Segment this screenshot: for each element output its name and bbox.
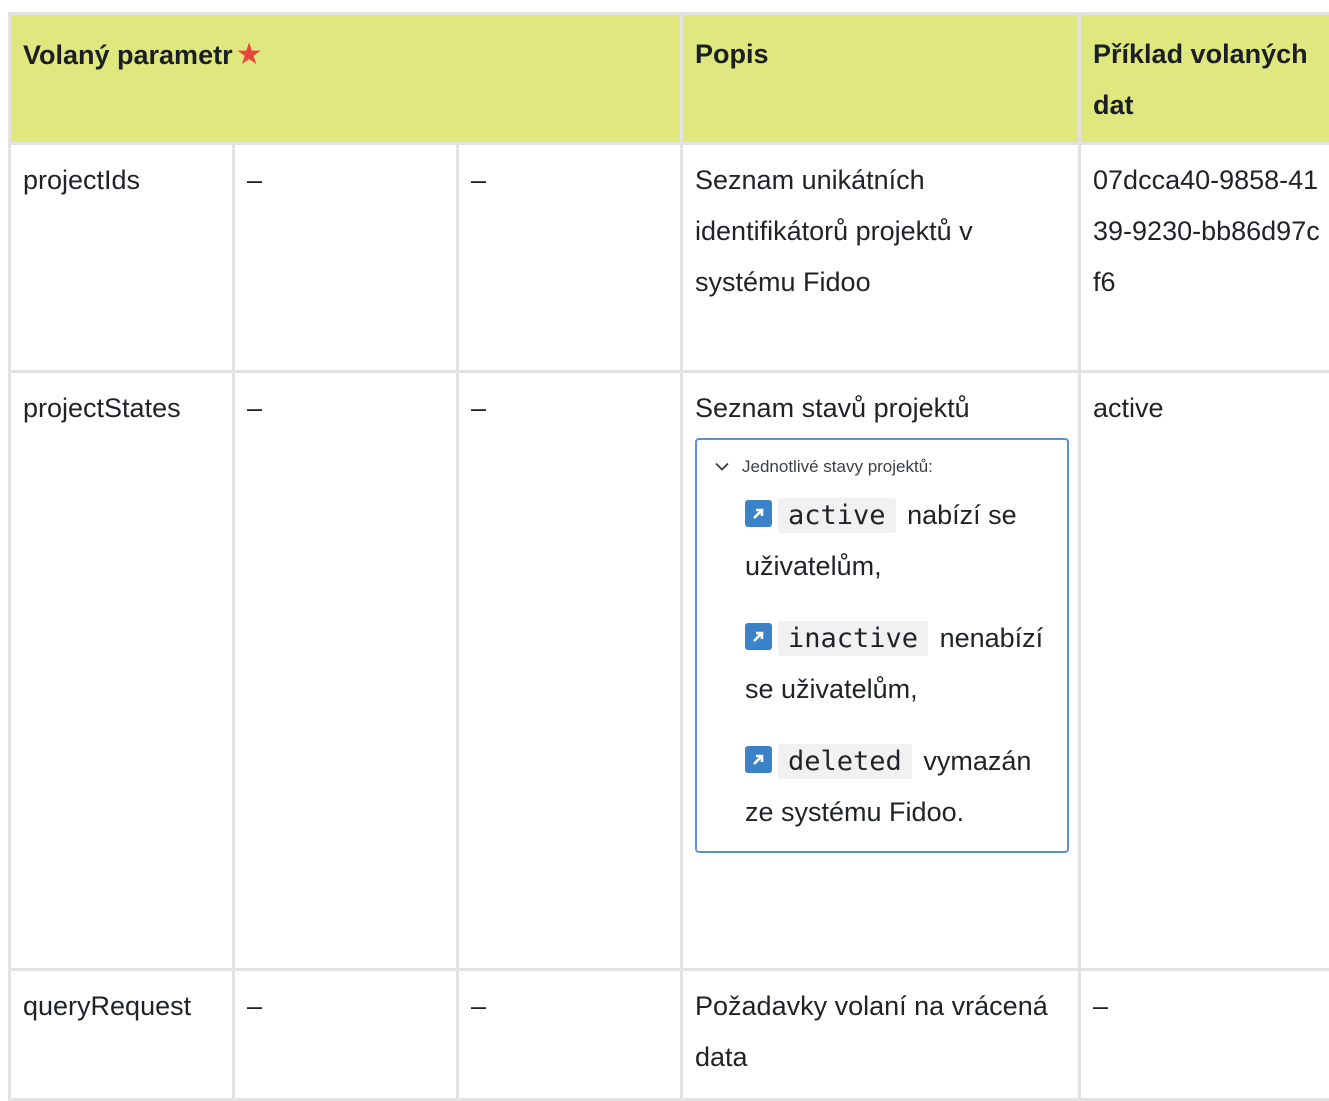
param-col3: – <box>458 970 682 1100</box>
param-description: Požadavky volaní na vrácená data <box>682 970 1080 1100</box>
param-description-cell: Seznam stavů projektů Jednotlivé stavy p… <box>682 372 1080 970</box>
parameters-table: Volaný parametr★ Popis Příklad volaných … <box>8 12 1329 1101</box>
param-example: active <box>1080 372 1329 970</box>
chevron-down-icon <box>715 449 733 483</box>
param-description: Seznam unikátních identifikátorů projekt… <box>682 144 1080 372</box>
star-icon: ★ <box>236 38 263 71</box>
table-row: projectIds – – Seznam unikátních identif… <box>10 144 1329 372</box>
param-col2: – <box>234 372 458 970</box>
link-arrow-icon[interactable] <box>745 623 772 650</box>
param-description: Seznam stavů projektů <box>695 383 1066 434</box>
expander-title: Jednotlivé stavy projektů: <box>742 450 933 484</box>
param-col2: – <box>234 970 458 1100</box>
param-name: queryRequest <box>10 970 234 1100</box>
state-code: deleted <box>778 744 912 779</box>
header-param: Volaný parametr★ <box>10 14 682 144</box>
table-row: queryRequest – – Požadavky volaní na vrá… <box>10 970 1329 1100</box>
link-arrow-icon[interactable] <box>745 746 772 773</box>
expander-toggle[interactable]: Jednotlivé stavy projektů: <box>715 450 1055 484</box>
table-header-row: Volaný parametr★ Popis Příklad volaných … <box>10 14 1329 144</box>
header-example: Příklad volaných dat <box>1080 14 1329 144</box>
state-code: active <box>778 498 896 533</box>
param-name: projectStates <box>10 372 234 970</box>
header-description: Popis <box>682 14 1080 144</box>
param-col3: – <box>458 144 682 372</box>
state-item: inactive nenabízí se uživatelům, <box>715 613 1055 714</box>
param-example: – <box>1080 970 1329 1100</box>
param-col2: – <box>234 144 458 372</box>
states-expander: Jednotlivé stavy projektů: active nabízí… <box>695 438 1069 853</box>
state-item: active nabízí se uživatelům, <box>715 490 1055 591</box>
state-code: inactive <box>778 621 928 656</box>
link-arrow-icon[interactable] <box>745 500 772 527</box>
param-example: 07dcca40-9858-4139-9230-bb86d97cf6 <box>1080 144 1329 372</box>
param-name: projectIds <box>10 144 234 372</box>
table-row: projectStates – – Seznam stavů projektů … <box>10 372 1329 970</box>
header-param-label: Volaný parametr <box>23 40 233 70</box>
param-col3: – <box>458 372 682 970</box>
state-item: deleted vymazán ze systému Fidoo. <box>715 736 1055 837</box>
